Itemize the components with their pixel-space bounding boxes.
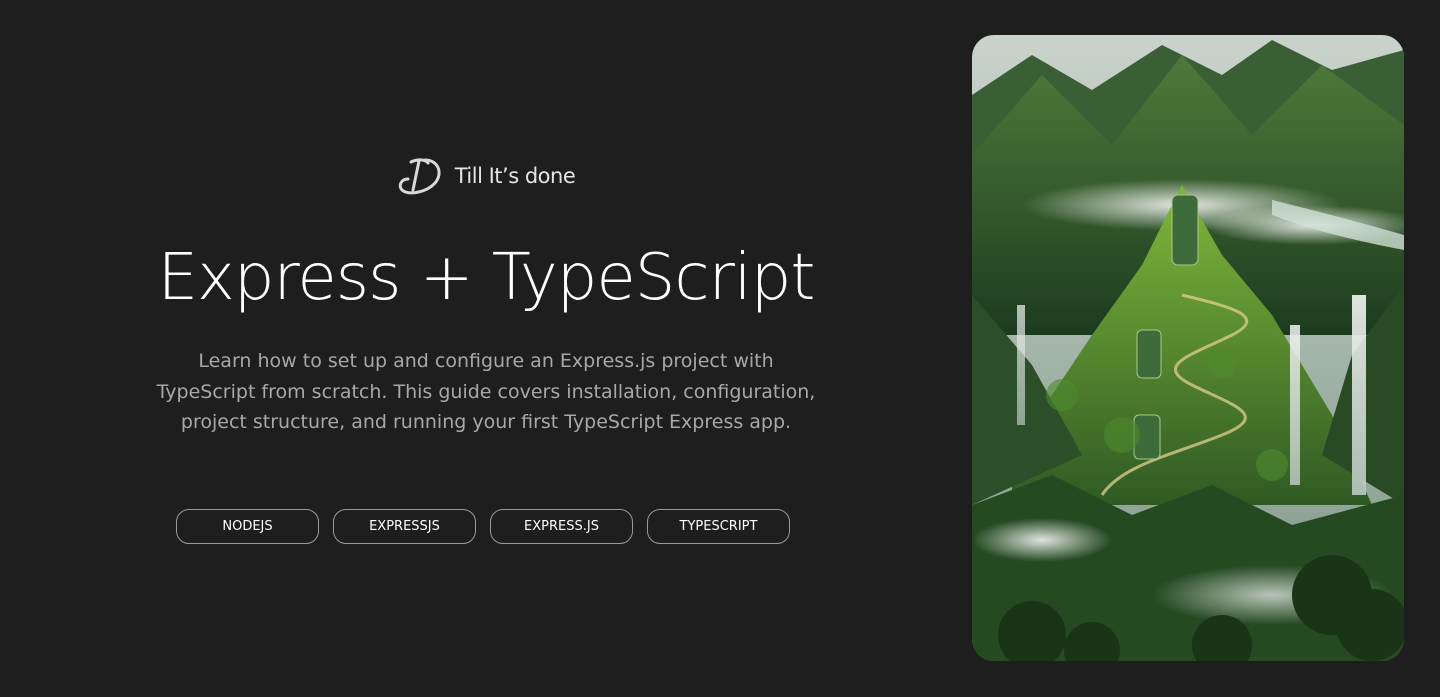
article-hero-page: Till It’s done Express + TypeScript Lear… — [0, 0, 1440, 697]
cover-image — [972, 35, 1404, 661]
page-title: Express + TypeScript — [157, 241, 816, 315]
tag-nodejs[interactable]: NODEJS — [176, 509, 319, 544]
hero-text-section: Till It’s done Express + TypeScript Lear… — [140, 0, 832, 697]
tag-typescript[interactable]: TYPESCRIPT — [647, 509, 790, 544]
td-monogram-icon — [398, 158, 441, 195]
tag-expressjs[interactable]: EXPRESSJS — [333, 509, 476, 544]
brand-name: Till It’s done — [454, 164, 576, 188]
brand[interactable]: Till It’s done — [140, 154, 832, 198]
article-description: Learn how to set up and configure an Exp… — [156, 350, 816, 433]
tag-express-js[interactable]: EXPRESS.JS — [490, 509, 633, 544]
mountain-waterfall-landscape-image — [972, 35, 1404, 661]
tag-list: NODEJS EXPRESSJS EXPRESS.JS TYPESCRIPT — [176, 509, 790, 544]
